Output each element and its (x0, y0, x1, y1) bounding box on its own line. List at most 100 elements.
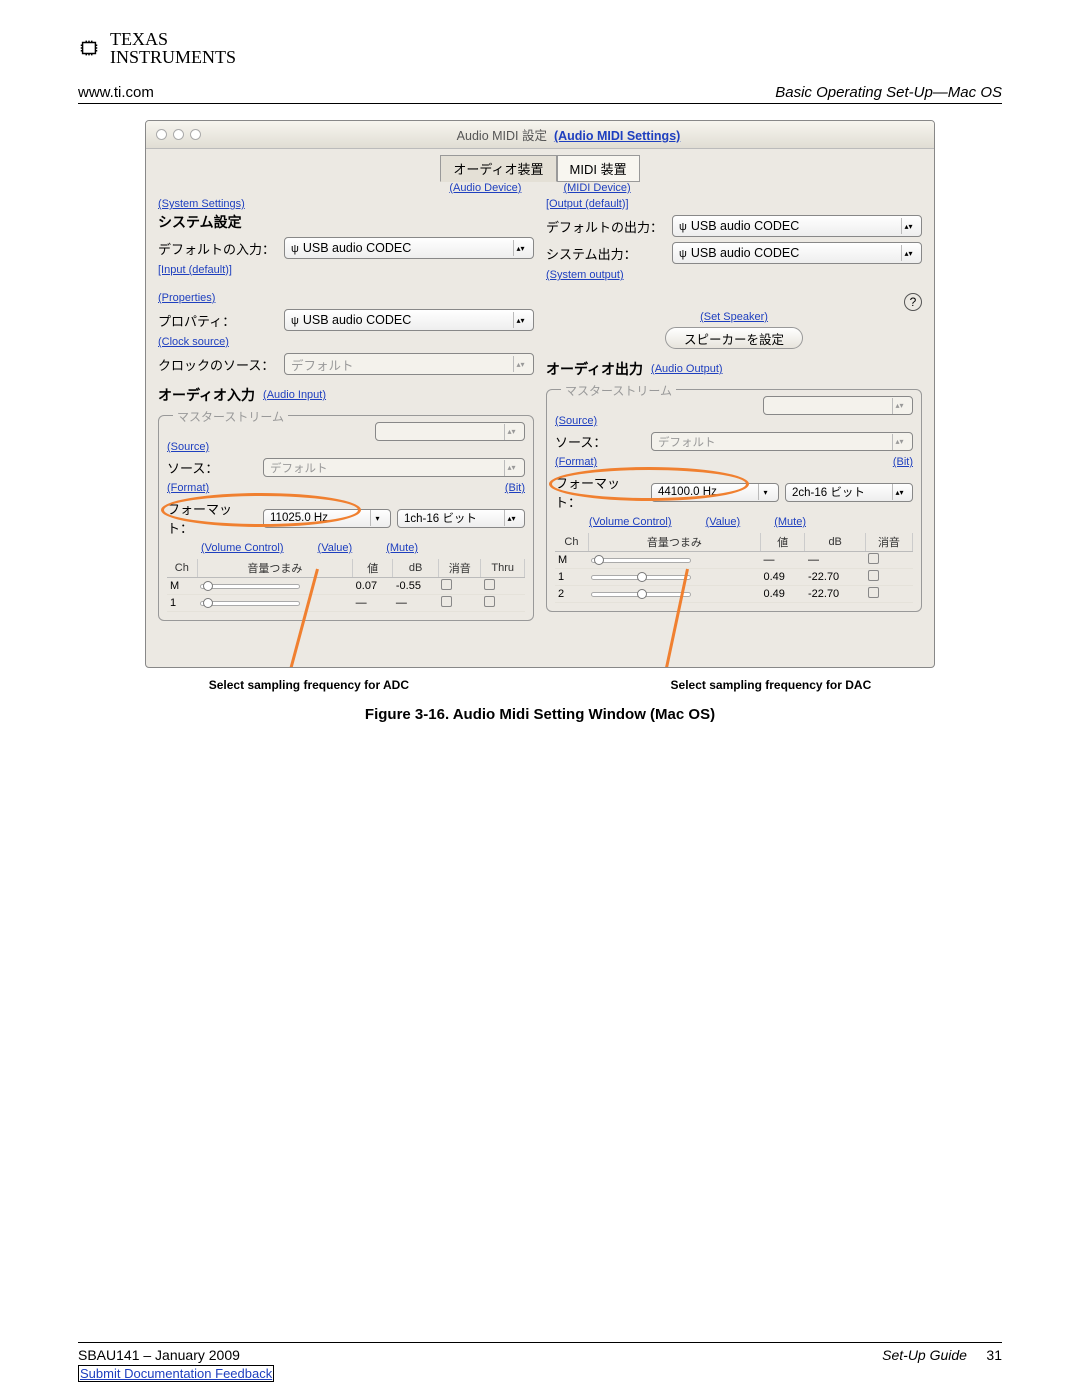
format-en: (Format) (555, 456, 597, 468)
clock-source-label: クロックのソース： (158, 355, 278, 374)
set-speaker-button[interactable]: スピーカーを設定 (665, 327, 803, 349)
help-icon[interactable]: ? (904, 293, 922, 311)
volume-slider-1 (200, 601, 300, 606)
table-row: M 0.07-0.55 (167, 578, 525, 595)
logo: TEXAS INSTRUMENTS (78, 30, 1002, 66)
mute-checkbox (441, 596, 452, 607)
guide-name: Set-Up Guide (882, 1347, 967, 1363)
ti-chip-icon (78, 37, 100, 59)
source-en: (Source) (167, 441, 525, 453)
table-row: M —— (555, 552, 913, 569)
mute-en: (Mute) (386, 542, 418, 554)
mute-checkbox (868, 553, 879, 564)
window-controls[interactable] (156, 129, 201, 140)
output-source-select: デフォルト▴▾ (651, 432, 913, 451)
thru-checkbox[interactable] (484, 579, 495, 590)
source-label: ソース： (555, 432, 645, 451)
clock-source-select: デフォルト ▴▾ (284, 353, 534, 375)
brand: TEXAS INSTRUMENTS (110, 30, 236, 66)
default-input-select[interactable]: ψUSB audio CODEC ▴▾ (284, 237, 534, 259)
volume-control-en: (Volume Control) (589, 516, 672, 528)
zoom-icon[interactable] (190, 129, 201, 140)
input-source-select: デフォルト▴▾ (263, 458, 525, 477)
default-output-label: デフォルトの出力： (546, 217, 666, 236)
mute-checkbox[interactable] (868, 587, 879, 598)
format-label: フォーマット： (555, 473, 645, 511)
properties-select[interactable]: ψUSB audio CODEC ▴▾ (284, 309, 534, 331)
minimize-icon[interactable] (173, 129, 184, 140)
close-icon[interactable] (156, 129, 167, 140)
format-en: (Format) (167, 482, 209, 494)
mute-checkbox[interactable] (868, 570, 879, 581)
table-row: 2 0.49-22.70 (555, 586, 913, 603)
master-stream-select: ▴▾ (763, 396, 913, 415)
audio-output-en: (Audio Output) (651, 363, 723, 375)
page-number: 31 (986, 1347, 1002, 1363)
source-label: ソース： (167, 458, 257, 477)
value-en: (Value) (706, 516, 741, 528)
tab-audio-en: (Audio Device) (449, 182, 521, 194)
mute-checkbox[interactable] (441, 579, 452, 590)
usb-icon: ψ (291, 315, 299, 327)
table-row: 1 —— (167, 595, 525, 612)
audio-output-jp: オーディオ出力 (546, 359, 643, 379)
page-header: www.ti.com Basic Operating Set-Up—Mac OS (78, 84, 1002, 104)
volume-control-en: (Volume Control) (201, 542, 284, 554)
value-en: (Value) (318, 542, 353, 554)
audio-input-en: (Audio Input) (263, 389, 326, 401)
usb-icon: ψ (679, 248, 687, 260)
dac-bits-select[interactable]: 2ch-16 ビット▴▾ (785, 483, 913, 502)
system-output-label: システム出力： (546, 244, 666, 263)
output-channels-table: Ch音量つまみ 値dB 消音 M —— 1 0.49-22.70 2 0.49-… (555, 533, 913, 603)
clock-source-en: (Clock source) (158, 336, 534, 348)
adc-rate-select[interactable]: 11025.0 Hz▾ (263, 509, 391, 528)
properties-en: (Properties) (158, 292, 534, 304)
tab-midi-en: (MIDI Device) (563, 182, 630, 194)
volume-slider-m[interactable] (200, 584, 300, 589)
adc-callout: Select sampling frequency for ADC (209, 678, 409, 692)
source-en: (Source) (555, 415, 913, 427)
tab-audio-device[interactable]: オーディオ装置 (440, 155, 556, 182)
system-output-en: (System output) (546, 269, 922, 281)
input-channels-table: Ch音量つまみ 値dB 消音Thru M 0.07-0.55 1 — (167, 559, 525, 612)
figure-caption: Figure 3-16. Audio Midi Setting Window (… (78, 706, 1002, 723)
audio-input-jp: オーディオ入力 (158, 385, 255, 405)
section-title: Basic Operating Set-Up—Mac OS (775, 84, 1002, 101)
audio-output-box: マスターストリーム ▴▾ (Source) ソース： デフォルト▴▾ (Form… (546, 389, 922, 612)
chevron-updown-icon: ▴▾ (513, 356, 527, 372)
default-output-select[interactable]: ψUSB audio CODEC ▴▾ (672, 215, 922, 237)
mute-en: (Mute) (774, 516, 806, 528)
usb-icon: ψ (291, 243, 299, 255)
format-label: フォーマット： (167, 499, 257, 537)
system-settings-jp: システム設定 (158, 212, 534, 232)
system-output-select[interactable]: ψUSB audio CODEC ▴▾ (672, 242, 922, 264)
chevron-updown-icon: ▴▾ (513, 240, 527, 256)
screenshot-window: Audio MIDI 設定 (Audio MIDI Settings) オーディ… (145, 120, 935, 668)
volume-slider-2[interactable] (591, 592, 691, 597)
tab-midi-device[interactable]: MIDI 装置 (557, 155, 640, 182)
site-url: www.ti.com (78, 84, 154, 101)
chevron-down-icon: ▾ (370, 510, 384, 526)
bit-en: (Bit) (893, 456, 913, 468)
adc-bits-select[interactable]: 1ch-16 ビット▴▾ (397, 509, 525, 528)
feedback-link[interactable]: Submit Documentation Feedback (78, 1365, 274, 1382)
dac-callout: Select sampling frequency for DAC (671, 678, 872, 692)
window-title: Audio MIDI 設定 (Audio MIDI Settings) (213, 125, 924, 144)
master-stream-label: マスターストリーム (173, 408, 288, 425)
master-stream-label: マスターストリーム (561, 382, 676, 399)
default-input-label: デフォルトの入力： (158, 239, 278, 258)
dac-rate-select[interactable]: 44100.0 Hz▾ (651, 483, 779, 502)
thru-checkbox (484, 596, 495, 607)
system-settings-en: (System Settings) (158, 198, 534, 210)
volume-slider-1[interactable] (591, 575, 691, 580)
table-row: 1 0.49-22.70 (555, 569, 913, 586)
chevron-down-icon: ▾ (758, 484, 772, 500)
properties-label: プロパティ： (158, 311, 278, 330)
page-footer: SBAU141 – January 2009 Set-Up Guide 31 (78, 1342, 1002, 1363)
set-speaker-en: (Set Speaker) (546, 311, 922, 323)
volume-slider-m (591, 558, 691, 563)
default-input-en: [Input (default)] (158, 264, 534, 276)
output-default-en: [Output (default)] (546, 198, 922, 210)
chevron-updown-icon: ▴▾ (513, 312, 527, 328)
usb-icon: ψ (679, 221, 687, 233)
